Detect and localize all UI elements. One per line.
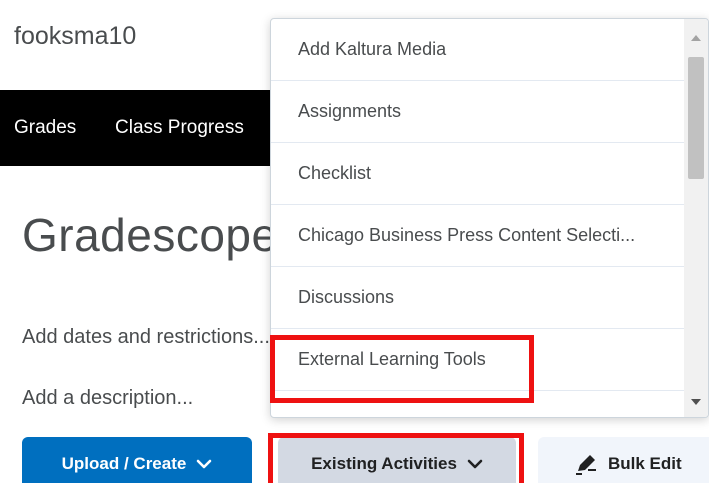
chevron-down-icon [197,459,212,469]
nav-item-grades[interactable]: Grades [14,117,76,139]
scroll-down-arrow-icon[interactable] [691,399,701,405]
add-dates-link[interactable]: Add dates and restrictions... [22,326,270,349]
menu-item-assignments[interactable]: Assignments [271,81,686,143]
menu-item-checklist[interactable]: Checklist [271,143,686,205]
existing-activities-button[interactable]: Existing Activities [278,437,516,483]
dropdown-menu-list: Add Kaltura Media Assignments Checklist … [271,19,686,417]
pencil-icon [576,455,596,475]
bulk-edit-button[interactable]: Bulk Edit [538,437,709,483]
chevron-down-icon [467,459,483,469]
menu-item-discussions[interactable]: Discussions [271,267,686,329]
menu-item-next[interactable] [271,391,686,417]
menu-item-chicago-business-press[interactable]: Chicago Business Press Content Selecti..… [271,205,686,267]
page-title: Gradescope [22,209,278,261]
menu-item-external-learning-tools[interactable]: External Learning Tools [271,329,686,391]
existing-activities-label: Existing Activities [311,454,457,473]
menu-item-add-kaltura-media[interactable]: Add Kaltura Media [271,19,686,81]
dropdown-scrollbar[interactable] [684,19,708,417]
upload-create-label: Upload / Create [61,454,187,473]
scroll-thumb[interactable] [688,57,704,179]
course-name[interactable]: fooksma10 [14,22,136,51]
scroll-up-arrow-icon[interactable] [691,35,701,41]
existing-activities-dropdown: Add Kaltura Media Assignments Checklist … [270,18,709,418]
page: fooksma10 Grades Class Progress Gradesco… [0,0,709,483]
nav-item-class-progress[interactable]: Class Progress [115,117,244,139]
add-description-link[interactable]: Add a description... [22,387,193,410]
upload-create-button[interactable]: Upload / Create [22,437,252,483]
bulk-edit-label: Bulk Edit [608,454,682,473]
